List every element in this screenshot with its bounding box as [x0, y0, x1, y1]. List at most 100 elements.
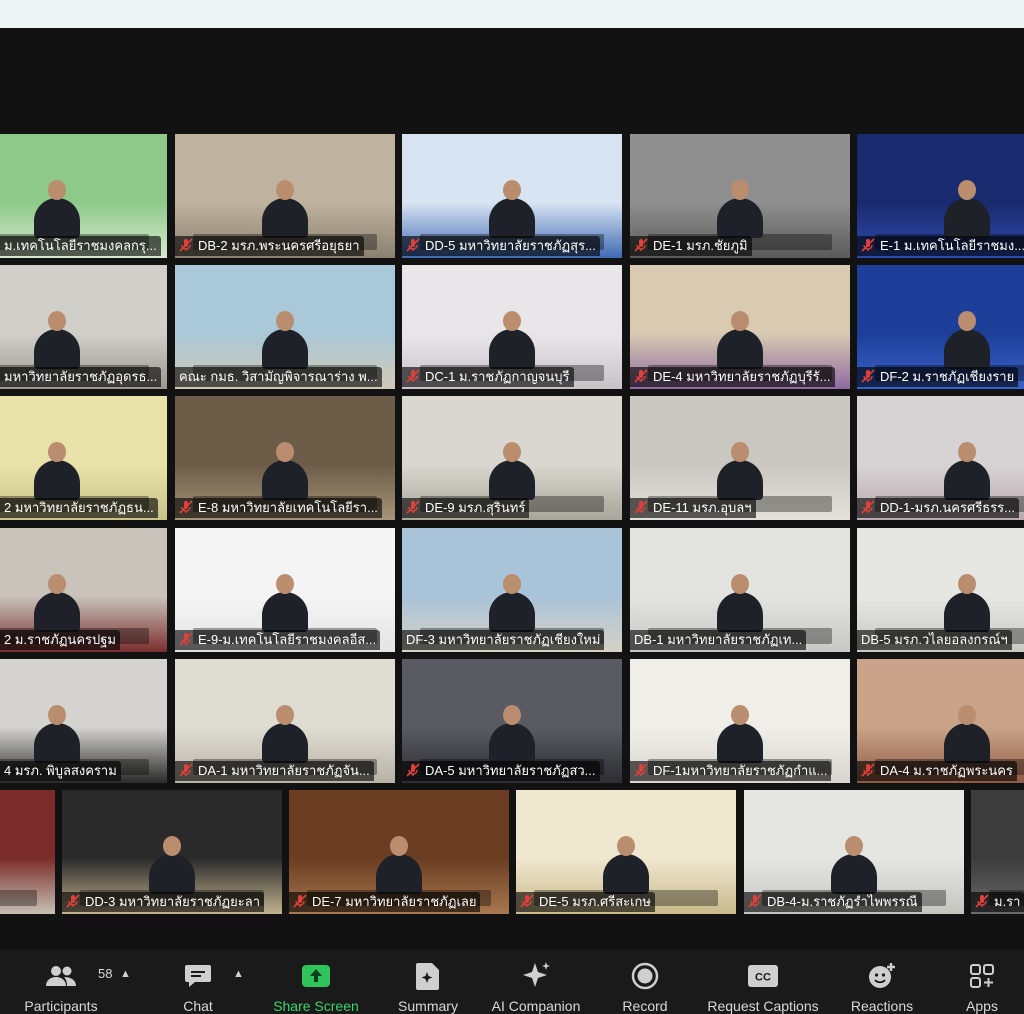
record-label: Record [622, 998, 668, 1014]
video-tile[interactable]: DD-3 มหาวิทยาลัยราชภัฏยะลา [62, 790, 282, 914]
video-tile[interactable]: DD-5 มหาวิทยาลัยราชภัฏสุร... [402, 134, 622, 258]
participant-name-label: คณะ กมธ. วิสามัญพิจารณาร่าง พ... [175, 367, 382, 387]
video-tile[interactable]: DD-1-มรภ.นครศรีธรร... [857, 396, 1024, 520]
participant-name: DF-3 มหาวิทยาลัยราชภัฏเชียงใหม่ [406, 632, 601, 647]
participants-button[interactable]: 58 Participants [18, 950, 112, 1014]
video-tile[interactable]: ม.รา [971, 790, 1024, 914]
video-tile[interactable]: คณะ กมธ. วิสามัญพิจารณาร่าง พ... [175, 265, 395, 389]
participant-silhouette [376, 836, 422, 894]
participant-name: DC-1 ม.ราชภัฏกาญจนบุรี [425, 369, 570, 384]
participant-name: DE-1 มรภ.ชัยภูมิ [653, 238, 748, 253]
video-tile[interactable]: DB-5 มรภ.วไลยอลงกรณ์ฯ [857, 528, 1024, 652]
mic-muted-icon [860, 367, 880, 387]
video-tile[interactable]: DE-4 มหาวิทยาลัยราชภัฏบุรีรั... [630, 265, 850, 389]
participant-silhouette [944, 442, 990, 500]
participant-name: E-8 มหาวิทยาลัยเทคโนโลยีรา... [198, 500, 378, 515]
share-screen-button[interactable]: Share Screen [266, 950, 366, 1014]
participant-name: DA-4 ม.ราชภัฏพระนคร [880, 763, 1013, 778]
participant-name: 4 มรภ. พิบูลสงคราม [4, 763, 117, 778]
video-tile[interactable]: ม.เทคโนโลยีราชมงคลกรุ... [0, 134, 167, 258]
participant-silhouette [717, 574, 763, 632]
participants-chevron-up-icon[interactable]: ▲ [120, 968, 131, 980]
participant-silhouette [717, 442, 763, 500]
apps-button[interactable]: Apps [956, 950, 1008, 1014]
participant-name: DA-5 มหาวิทยาลัยราชภัฏสว... [425, 763, 596, 778]
video-tile[interactable]: มหาวิทยาลัยราชภัฏอุดรธ... [0, 265, 167, 389]
mic-muted-icon [405, 367, 425, 387]
video-tile[interactable]: DE-1 มรภ.ชัยภูมิ [630, 134, 850, 258]
participant-name-label: DA-4 ม.ราชภัฏพระนคร [857, 761, 1017, 781]
participant-name-label: DF-3 มหาวิทยาลัยราชภัฏเชียงใหม่ [402, 630, 605, 650]
participant-name: DE-7 มหาวิทยาลัยราชภัฏเลย [312, 894, 477, 909]
mic-muted-icon [633, 236, 653, 256]
mic-muted-icon [974, 892, 994, 912]
chat-chevron-up-icon[interactable]: ▲ [233, 968, 244, 980]
video-tile[interactable]: DE-5 มรภ.ศรีสะเกษ [516, 790, 736, 914]
mic-muted-icon [860, 761, 880, 781]
participant-name: DF-1มหาวิทยาลัยราชภัฏกำแ... [653, 763, 828, 778]
video-tile[interactable]: DF-2 ม.ราชภัฏเชียงราย [857, 265, 1024, 389]
participant-name-label: DE-5 มรภ.ศรีสะเกษ [516, 892, 655, 912]
mic-muted-icon [405, 761, 425, 781]
mic-muted-icon [747, 892, 767, 912]
ai-companion-button[interactable]: AI Companion [484, 950, 588, 1014]
participant-silhouette [262, 442, 308, 500]
reactions-button[interactable]: Reactions [844, 950, 920, 1014]
record-icon [631, 960, 659, 992]
video-tile[interactable]: DE-9 มรภ.สุรินทร์ [402, 396, 622, 520]
video-tile[interactable]: E-9-ม.เทคโนโลยีราชมงคลอีส... [175, 528, 395, 652]
mic-muted-icon [178, 630, 198, 650]
participant-name-label: DB-4-ม.ราชภัฏรำไพพรรณี [744, 892, 922, 912]
participant-name-label: DE-1 มรภ.ชัยภูมิ [630, 236, 752, 256]
participant-name: 2 ม.ราชภัฏนครปฐม [4, 632, 116, 647]
participant-name: DD-3 มหาวิทยาลัยราชภัฏยะลา [85, 894, 261, 909]
video-tile[interactable]: 4 มรภ. พิบูลสงคราม [0, 659, 167, 783]
mic-muted-icon [405, 236, 425, 256]
participant-silhouette [717, 705, 763, 763]
participant-silhouette [717, 311, 763, 369]
video-tile[interactable]: DA-4 ม.ราชภัฏพระนคร [857, 659, 1024, 783]
mic-muted-icon [65, 892, 85, 912]
video-tile[interactable]: DE-11 มรภ.อุบลฯ [630, 396, 850, 520]
participant-silhouette [34, 180, 80, 238]
record-button[interactable]: Record [614, 950, 676, 1014]
emoji-plus-icon [867, 960, 897, 992]
video-tile[interactable]: DA-1 มหาวิทยาลัยราชภัฏจัน... [175, 659, 395, 783]
participant-name-label: E-1 ม.เทคโนโลยีราชมง... [857, 236, 1024, 256]
video-tile[interactable]: DF-3 มหาวิทยาลัยราชภัฏเชียงใหม่ [402, 528, 622, 652]
participant-silhouette [944, 705, 990, 763]
participant-silhouette [262, 311, 308, 369]
video-tile[interactable]: DA-5 มหาวิทยาลัยราชภัฏสว... [402, 659, 622, 783]
video-tile[interactable]: DE-7 มหาวิทยาลัยราชภัฏเลย [289, 790, 509, 914]
request-captions-label: Request Captions [707, 998, 819, 1014]
video-tile[interactable]: DF-1มหาวิทยาลัยราชภัฏกำแ... [630, 659, 850, 783]
participant-name-label: 2 ม.ราชภัฏนครปฐม [0, 630, 120, 650]
participant-name-label: E-9-ม.เทคโนโลยีราชมงคลอีส... [175, 630, 381, 650]
summary-label: Summary [398, 998, 458, 1014]
chat-button[interactable]: Chat [170, 950, 226, 1014]
share-screen-icon [301, 960, 331, 992]
participant-name-label: DB-1 มหาวิทยาลัยราชภัฏเท... [630, 630, 807, 650]
participant-name-label: DA-5 มหาวิทยาลัยราชภัฏสว... [402, 761, 600, 781]
participant-name: DE-4 มหาวิทยาลัยราชภัฏบุรีรั... [653, 369, 831, 384]
participant-name: DE-11 มรภ.อุบลฯ [653, 500, 752, 515]
video-tile[interactable]: 2 มหาวิทยาลัยราชภัฏธน... [0, 396, 167, 520]
desk-shape [0, 890, 38, 906]
sparkle-icon [521, 960, 551, 992]
participant-silhouette [34, 442, 80, 500]
mic-muted-icon [633, 498, 653, 518]
participants-label: Participants [24, 998, 98, 1014]
video-tile[interactable]: DC-1 ม.ราชภัฏกาญจนบุรี [402, 265, 622, 389]
video-tile[interactable]: DB-2 มรภ.พระนครศรีอยุธยา [175, 134, 395, 258]
video-tile[interactable]: E-8 มหาวิทยาลัยเทคโนโลยีรา... [175, 396, 395, 520]
summary-button[interactable]: Summary [390, 950, 466, 1014]
video-tile[interactable] [0, 790, 55, 914]
video-tile[interactable]: E-1 ม.เทคโนโลยีราชมง... [857, 134, 1024, 258]
video-tile[interactable]: DB-4-ม.ราชภัฏรำไพพรรณี [744, 790, 964, 914]
video-tile[interactable]: DB-1 มหาวิทยาลัยราชภัฏเท... [630, 528, 850, 652]
request-captions-button[interactable]: CC Request Captions [700, 950, 826, 1014]
window-top-bar [0, 0, 1024, 28]
participant-name-label: DB-2 มรภ.พระนครศรีอยุธยา [175, 236, 364, 256]
video-tile[interactable]: 2 ม.ราชภัฏนครปฐม [0, 528, 167, 652]
participant-name: E-1 ม.เทคโนโลยีราชมง... [880, 238, 1024, 253]
